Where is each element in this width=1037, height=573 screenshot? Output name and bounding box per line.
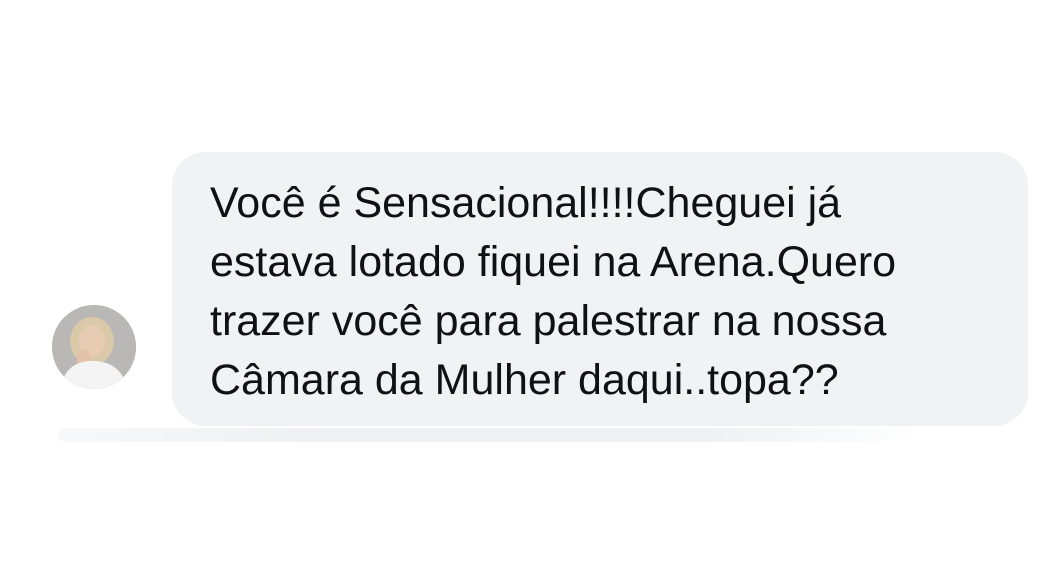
message-text: Você é Sensacional!!!!Cheguei já estava … xyxy=(210,179,897,404)
avatar-photo-icon xyxy=(52,305,136,389)
message-bubble[interactable]: Você é Sensacional!!!!Cheguei já estava … xyxy=(172,152,1028,426)
chat-thread: Você é Sensacional!!!!Cheguei já estava … xyxy=(0,0,1037,573)
sender-avatar[interactable] xyxy=(52,305,136,389)
message-shadow xyxy=(58,428,918,442)
